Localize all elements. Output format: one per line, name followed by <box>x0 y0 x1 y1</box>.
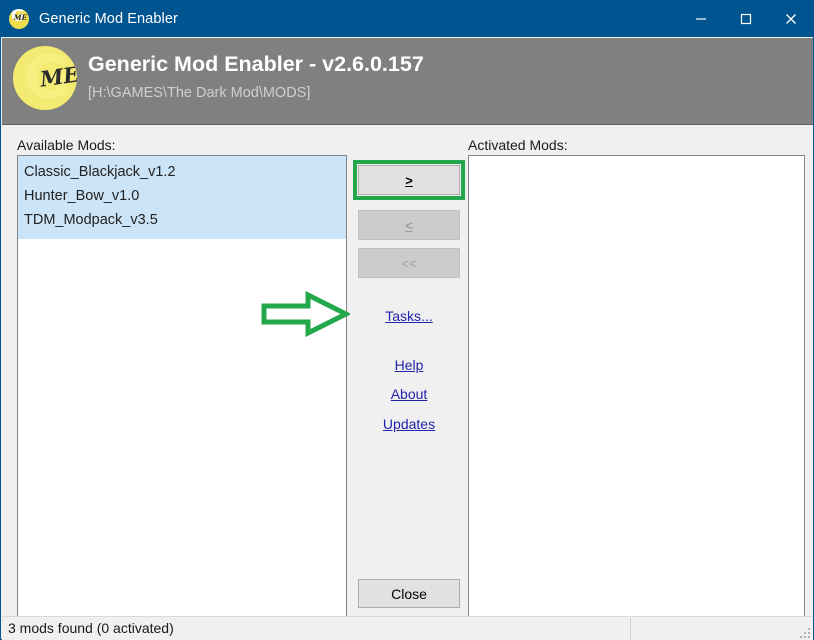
close-button-label: Close <box>391 585 427 602</box>
status-bar: 3 mods found (0 activated) <box>2 616 813 640</box>
tasks-link[interactable]: Tasks... <box>358 308 460 324</box>
remove-all-mods-button[interactable]: << <box>358 248 460 278</box>
close-button[interactable]: Close <box>358 579 460 608</box>
gme-logo-icon: G ME <box>9 9 29 29</box>
status-bar-divider <box>630 618 631 640</box>
window-controls <box>678 1 813 37</box>
main-content: Available Mods: Classic_Blackjack_v1.2 H… <box>2 125 813 628</box>
app-title: Generic Mod Enabler - v2.6.0.157 <box>88 52 424 76</box>
status-text: 3 mods found (0 activated) <box>8 620 174 636</box>
available-mods-list[interactable]: Classic_Blackjack_v1.2 Hunter_Bow_v1.0 T… <box>17 155 347 628</box>
about-link[interactable]: About <box>358 386 460 402</box>
help-link[interactable]: Help <box>358 357 460 373</box>
title-bar: G ME Generic Mod Enabler <box>1 1 813 37</box>
add-mod-button[interactable]: > <box>358 165 460 195</box>
add-mod-button-label: > <box>405 172 413 188</box>
logo-large-letter-me: ME <box>38 61 77 92</box>
gme-logo-large-icon: G ME <box>13 46 77 110</box>
mods-folder-path: [H:\GAMES\The Dark Mod\MODS] <box>88 85 311 101</box>
app-header-band: G ME Generic Mod Enabler - v2.6.0.157 [H… <box>2 38 813 125</box>
resize-grip[interactable] <box>798 626 810 638</box>
list-item[interactable]: Hunter_Bow_v1.0 <box>18 185 346 209</box>
close-icon[interactable] <box>768 1 813 37</box>
available-mods-label: Available Mods: <box>17 137 116 153</box>
maximize-icon[interactable] <box>723 1 768 37</box>
window-title: Generic Mod Enabler <box>39 11 178 27</box>
selected-mods-group[interactable]: Classic_Blackjack_v1.2 Hunter_Bow_v1.0 T… <box>18 156 346 239</box>
logo-letter-me: ME <box>13 13 27 22</box>
list-item[interactable]: Classic_Blackjack_v1.2 <box>18 161 346 185</box>
activated-mods-list[interactable] <box>468 155 805 628</box>
remove-mod-button-label: < <box>405 217 413 233</box>
remove-mod-button[interactable]: < <box>358 210 460 240</box>
list-item[interactable]: TDM_Modpack_v3.5 <box>18 209 346 233</box>
application-window: G ME Generic Mod Enabler G ME Generic Mo… <box>0 0 814 640</box>
updates-link[interactable]: Updates <box>358 416 460 432</box>
activated-mods-label: Activated Mods: <box>468 137 568 153</box>
minimize-icon[interactable] <box>678 1 723 37</box>
remove-all-mods-button-label: << <box>401 255 417 271</box>
